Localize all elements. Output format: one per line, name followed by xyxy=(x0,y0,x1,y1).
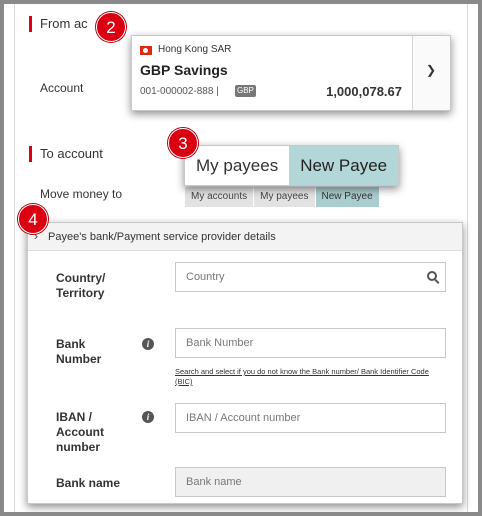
tab-my-accounts[interactable]: My accounts xyxy=(185,187,255,207)
hong-kong-flag-icon xyxy=(140,46,152,55)
account-label: Account xyxy=(40,81,84,95)
info-icon[interactable]: i xyxy=(142,411,154,423)
bank-number-search-link[interactable]: Search and select if you do not know the… xyxy=(175,367,445,387)
chevron-down-icon: ❯ xyxy=(426,63,437,77)
move-money-label: Move money to xyxy=(40,187,123,201)
to-account-title: To account xyxy=(29,146,103,162)
bank-number-label: Bank Number xyxy=(56,337,102,366)
payee-tabs-zoomed: My payees New Payee xyxy=(184,145,400,186)
info-icon[interactable]: i xyxy=(142,338,154,350)
tab-new-payee-zoomed[interactable]: New Payee xyxy=(289,146,399,185)
bank-name-placeholder: Bank name xyxy=(186,476,242,488)
panel-header[interactable]: › Payee's bank/Payment service provider … xyxy=(28,223,462,251)
currency-tag: GBP xyxy=(235,85,256,97)
step-badge-2: 2 xyxy=(96,12,126,42)
tab-new-payee[interactable]: New Payee xyxy=(315,187,380,207)
account-selector-card[interactable]: Hong Kong SAR GBP Savings 001-000002-888… xyxy=(131,35,451,111)
account-number: 001-000002-888 | xyxy=(140,86,219,97)
step-badge-3: 3 xyxy=(168,128,198,158)
screenshot-frame: From ac Account To account Move money to… xyxy=(4,4,478,512)
bank-number-input[interactable]: Bank Number xyxy=(175,328,446,358)
account-balance: 1,000,078.67 xyxy=(326,84,402,99)
account-region: Hong Kong SAR xyxy=(158,44,232,55)
iban-input[interactable]: IBAN / Account number xyxy=(175,403,446,433)
bank-number-placeholder: Bank Number xyxy=(186,337,254,349)
step-badge-4: 4 xyxy=(18,204,48,234)
account-dropdown-button[interactable]: ❯ xyxy=(412,36,450,110)
bank-name-input[interactable]: Bank name xyxy=(175,467,446,497)
payee-tabs-small: My accounts My payees New Payee xyxy=(185,187,380,207)
iban-label: IBAN / Account number xyxy=(56,410,104,454)
from-account-title: From ac xyxy=(29,16,88,32)
country-placeholder: Country xyxy=(186,271,225,283)
payee-bank-details-panel: › Payee's bank/Payment service provider … xyxy=(27,222,463,504)
account-name: GBP Savings xyxy=(140,62,228,78)
iban-placeholder: IBAN / Account number xyxy=(186,412,301,424)
panel-title: Payee's bank/Payment service provider de… xyxy=(48,231,276,243)
country-input[interactable]: Country xyxy=(175,262,446,292)
country-label: Country/ Territory xyxy=(56,271,106,300)
bank-name-label: Bank name xyxy=(56,476,121,490)
tab-my-payees-zoomed[interactable]: My payees xyxy=(185,146,289,185)
search-icon[interactable] xyxy=(427,271,437,281)
tab-my-payees[interactable]: My payees xyxy=(254,187,316,207)
